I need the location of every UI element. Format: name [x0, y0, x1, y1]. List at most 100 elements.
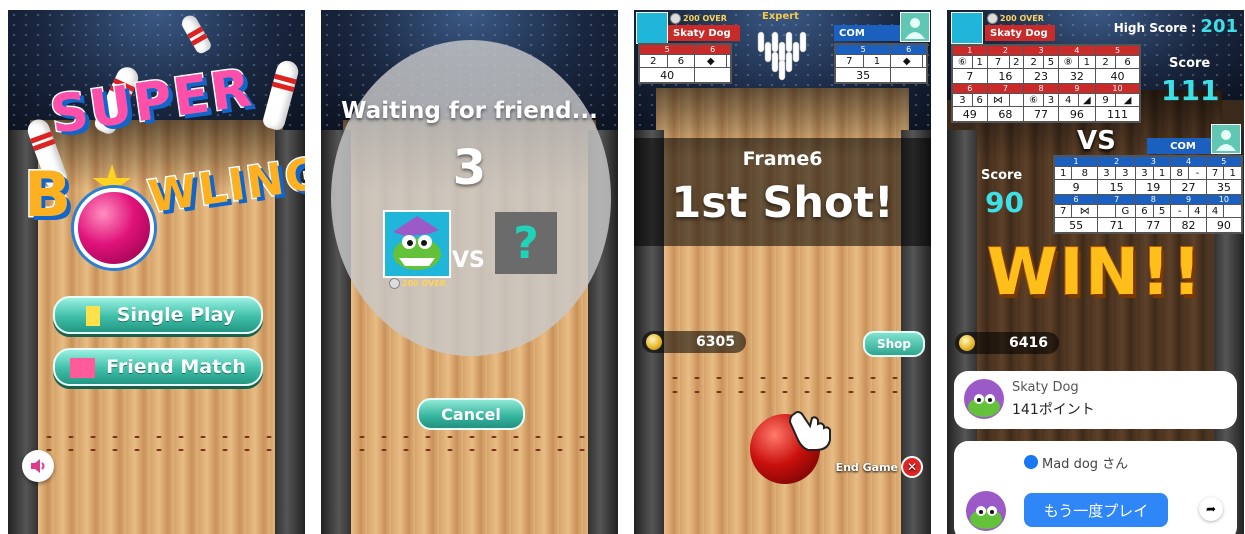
frame-total: 111: [1095, 106, 1140, 122]
high-score: High Score : 201: [1114, 16, 1238, 37]
friend-match-button[interactable]: Friend Match: [53, 348, 263, 386]
roll: 2: [1095, 55, 1117, 69]
frame-number: 1: [1053, 156, 1099, 167]
badge-text: 200 OVER: [1000, 14, 1044, 23]
frame-number: 3: [1135, 156, 1172, 167]
frame-total: 16: [986, 68, 1025, 84]
roll: 7: [986, 55, 1010, 69]
frame-number: 8: [1135, 194, 1172, 205]
friend-match-label: Friend Match: [106, 356, 246, 378]
frame-total: 9: [1053, 179, 1099, 195]
dog-mascot-icon: [968, 394, 1000, 417]
cancel-button[interactable]: Cancel: [417, 398, 525, 430]
roll: 4: [1188, 204, 1207, 218]
com-avatar: [900, 12, 930, 42]
frame-total: 90: [1205, 217, 1243, 233]
com-name: COM: [1147, 138, 1219, 154]
roll: 6: [666, 54, 696, 68]
roll: 4: [1205, 204, 1225, 218]
close-icon: ✕: [901, 456, 923, 478]
roll: 2: [1008, 55, 1025, 69]
frame-total: 35: [1205, 179, 1243, 195]
com-score-value: 90: [985, 186, 1024, 219]
roll: ◢: [1115, 93, 1140, 107]
roll: ⑥: [1023, 93, 1045, 107]
roll: 7: [835, 54, 864, 68]
play-again-button[interactable]: もう一度プレイ: [1024, 493, 1168, 527]
person-silhouette-icon: [1216, 130, 1236, 151]
frame-number: 7: [986, 83, 1025, 94]
frame-total: 32: [1057, 68, 1097, 84]
roll: 2: [1023, 55, 1045, 69]
game-screen: Expert 200 OVER Skaty Dog 5 6 2 6 ◆ 40 C…: [634, 10, 931, 534]
result-name: Skaty Dog: [1012, 380, 1079, 395]
roll: G: [1114, 204, 1137, 218]
roll: [922, 54, 927, 68]
com-score-label: Score: [981, 168, 1023, 183]
shot-label: 1st Shot!: [671, 178, 894, 228]
hand-pointer-icon: [788, 411, 831, 451]
player-avatar-small: [951, 12, 983, 44]
title-screen: SUPER B WLING Single Play Friend Match: [8, 10, 305, 534]
frame-total: 49: [952, 106, 988, 122]
messenger-icon: [1024, 455, 1038, 469]
com-avatar: [1211, 124, 1241, 154]
end-game-label: End Game: [835, 460, 898, 474]
roll: ◆: [890, 54, 924, 68]
roll: -: [1188, 166, 1207, 180]
badge-text: 200 OVER: [402, 279, 446, 288]
player-badge: 200 OVER: [389, 278, 446, 289]
medal-icon: [389, 278, 400, 289]
message-card: Mad dog さん もう一度プレイ ➦: [954, 441, 1237, 534]
sender-avatar: [966, 491, 1006, 531]
medal-icon: [670, 13, 681, 24]
frame-total: [890, 67, 927, 83]
frame-label: Frame6: [742, 148, 823, 170]
person-icon: [81, 304, 105, 326]
frame-number: 6: [694, 44, 731, 55]
frame-total: 15: [1097, 179, 1137, 195]
end-game-button[interactable]: End Game ✕: [836, 456, 923, 478]
dog-mascot-icon: [970, 506, 1002, 529]
coin-counter: 6305: [642, 331, 746, 353]
roll: 3: [1135, 166, 1154, 180]
player-badge: 200 OVER: [670, 13, 727, 24]
frame-total: 23: [1023, 68, 1059, 84]
single-play-button[interactable]: Single Play: [53, 296, 263, 334]
share-button[interactable]: ➦: [1199, 497, 1223, 521]
result-card[interactable]: Skaty Dog 141ポイント: [954, 371, 1237, 429]
roll: 7: [1205, 166, 1225, 180]
frame-total: 27: [1170, 179, 1207, 195]
roll: 3: [1043, 93, 1059, 107]
frame-number: 5: [834, 44, 892, 55]
result-screen: 200 OVER Skaty Dog High Score : 201 1234…: [947, 10, 1244, 534]
frame-number: 5: [638, 44, 696, 55]
com-scorecard: 1 2 3 4 5 1 8 3 3 3 1 8-7 1 9 15 19 27 35 6 7 8 9 10 7 ⋈ G 6 5-4 4 55…: [1053, 155, 1243, 234]
two-people-icon: [70, 356, 96, 378]
frame-total: 40: [1095, 68, 1140, 84]
share-arrow-icon: ➦: [1205, 502, 1217, 516]
frame-number: 9: [1170, 194, 1207, 205]
player-scorecard: 1 2 3 4 5 ⑥ 1 7 2 2 5 ⑧ 1 2 6 7 16 23 32 40 6 7 8 9 10 3 6 ⋈ ⑥ 3 4 ◢ 9 ◢ 4…: [951, 44, 1141, 123]
roll: 5: [1043, 55, 1059, 69]
unknown-opponent-icon: ?: [495, 212, 557, 274]
frame-total: 40: [638, 67, 696, 83]
frame-total: [694, 67, 731, 83]
player-scoreboard: 5 6 2 6 ◆ 40: [638, 43, 732, 84]
result-avatar: [964, 379, 1004, 419]
frame-number: 6: [1053, 194, 1099, 205]
dog-mascot-icon: [393, 216, 441, 270]
roll: ⋈: [1071, 204, 1099, 218]
vs-label: VS: [452, 248, 485, 273]
roll: 1: [1152, 166, 1172, 180]
shop-button[interactable]: Shop: [863, 331, 925, 357]
sound-toggle-button[interactable]: [22, 450, 54, 482]
com-scoreboard: 5 6 7 1 ◆ 35: [834, 43, 928, 84]
coin-count: 6305: [696, 334, 735, 350]
win-banner: WIN!!: [986, 235, 1204, 311]
frame-number: 7: [1097, 194, 1137, 205]
result-points: 141ポイント: [1012, 402, 1095, 418]
frame-total: 35: [834, 67, 892, 83]
roll: [1008, 93, 1025, 107]
frame-number: 5: [1095, 45, 1140, 56]
